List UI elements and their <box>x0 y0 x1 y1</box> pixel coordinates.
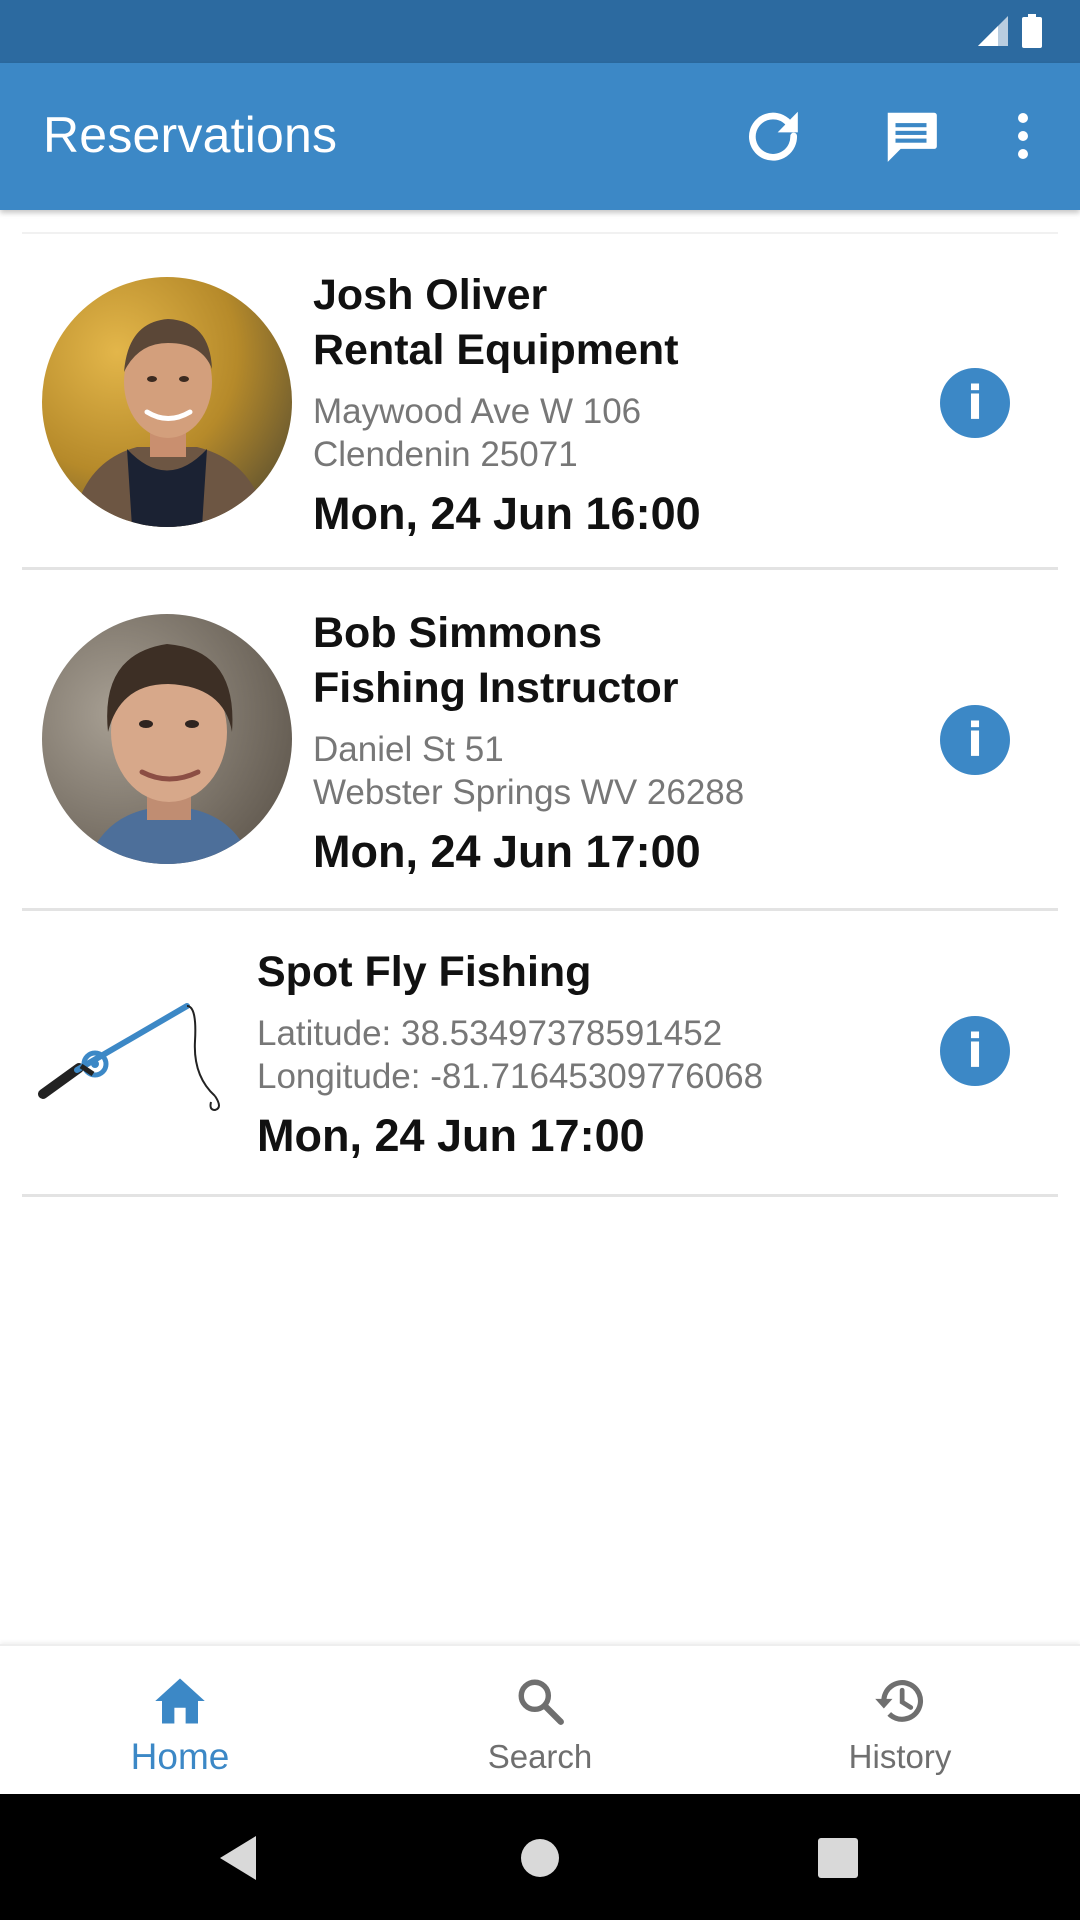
info-icon: i <box>967 713 983 767</box>
system-navigation-bar <box>0 1794 1080 1920</box>
back-icon <box>220 1836 256 1880</box>
reservation-datetime: Mon, 24 Jun 17:00 <box>313 826 701 877</box>
battery-icon <box>1022 14 1042 48</box>
nav-label-history: History <box>848 1738 952 1775</box>
reservation-details: Bob Simmons Fishing Instructor Daniel St… <box>313 606 744 880</box>
provider-role: Rental Equipment <box>313 326 679 374</box>
info-icon: i <box>967 1024 983 1078</box>
history-icon <box>875 1680 923 1722</box>
address-line-1: Daniel St 51 <box>313 730 504 769</box>
home-circle-icon <box>521 1839 559 1877</box>
avatar <box>42 614 292 864</box>
home-icon <box>155 1678 205 1724</box>
fishing-rod-icon <box>38 1003 220 1112</box>
address-line-2: Webster Springs WV 26288 <box>313 773 745 812</box>
reservation-list: Josh Oliver Rental Equipment Maywood Ave… <box>22 232 1058 1197</box>
reservation-details: Josh Oliver Rental Equipment Maywood Ave… <box>313 268 701 542</box>
provider-role: Fishing Instructor <box>313 664 679 712</box>
reservation-card[interactable]: Bob Simmons Fishing Instructor Daniel St… <box>22 570 1058 911</box>
info-icon: i <box>967 376 983 430</box>
nav-item-home[interactable]: Home <box>0 1646 360 1796</box>
info-button[interactable]: i <box>940 1016 1010 1086</box>
address-line-2: Clendenin 25071 <box>313 435 578 474</box>
back-button[interactable] <box>208 1828 268 1888</box>
search-icon <box>518 1679 564 1725</box>
status-bar <box>0 0 1080 63</box>
longitude: Longitude: -81.71645309776068 <box>257 1057 764 1096</box>
latitude: Latitude: 38.53497378591452 <box>257 1014 723 1053</box>
home-circle-button[interactable] <box>510 1828 570 1888</box>
refresh-icon <box>749 111 798 161</box>
spot-name: Spot Fly Fishing <box>257 948 592 996</box>
messages-button[interactable] <box>876 101 946 171</box>
nav-item-history[interactable]: History <box>720 1646 1080 1796</box>
info-button[interactable]: i <box>940 368 1010 438</box>
app-bar: Reservations <box>0 63 1080 210</box>
overflow-menu-icon <box>1018 113 1028 159</box>
provider-name: Bob Simmons <box>313 609 603 657</box>
provider-name: Josh Oliver <box>313 271 548 319</box>
info-button[interactable]: i <box>940 705 1010 775</box>
bottom-navigation: Home Search History <box>0 1644 1080 1794</box>
message-icon <box>887 112 937 162</box>
page-title: Reservations <box>43 107 338 163</box>
reservation-card[interactable]: Spot Fly Fishing Latitude: 38.5349737859… <box>22 911 1058 1197</box>
reservation-datetime: Mon, 24 Jun 16:00 <box>313 488 701 539</box>
recents-icon <box>818 1838 858 1878</box>
reservation-datetime: Mon, 24 Jun 17:00 <box>257 1110 645 1161</box>
signal-icon <box>978 16 1008 46</box>
reservation-card[interactable]: Josh Oliver Rental Equipment Maywood Ave… <box>22 232 1058 570</box>
refresh-button[interactable] <box>738 101 808 171</box>
status-icons <box>978 14 1042 48</box>
recents-button[interactable] <box>808 1828 868 1888</box>
reservation-details: Spot Fly Fishing Latitude: 38.5349737859… <box>257 945 763 1164</box>
nav-label-home: Home <box>130 1736 230 1777</box>
address-line-1: Maywood Ave W 106 <box>313 392 642 431</box>
nav-item-search[interactable]: Search <box>360 1646 720 1796</box>
avatar <box>42 277 292 527</box>
nav-label-search: Search <box>487 1738 593 1775</box>
overflow-menu-button[interactable] <box>988 101 1058 171</box>
